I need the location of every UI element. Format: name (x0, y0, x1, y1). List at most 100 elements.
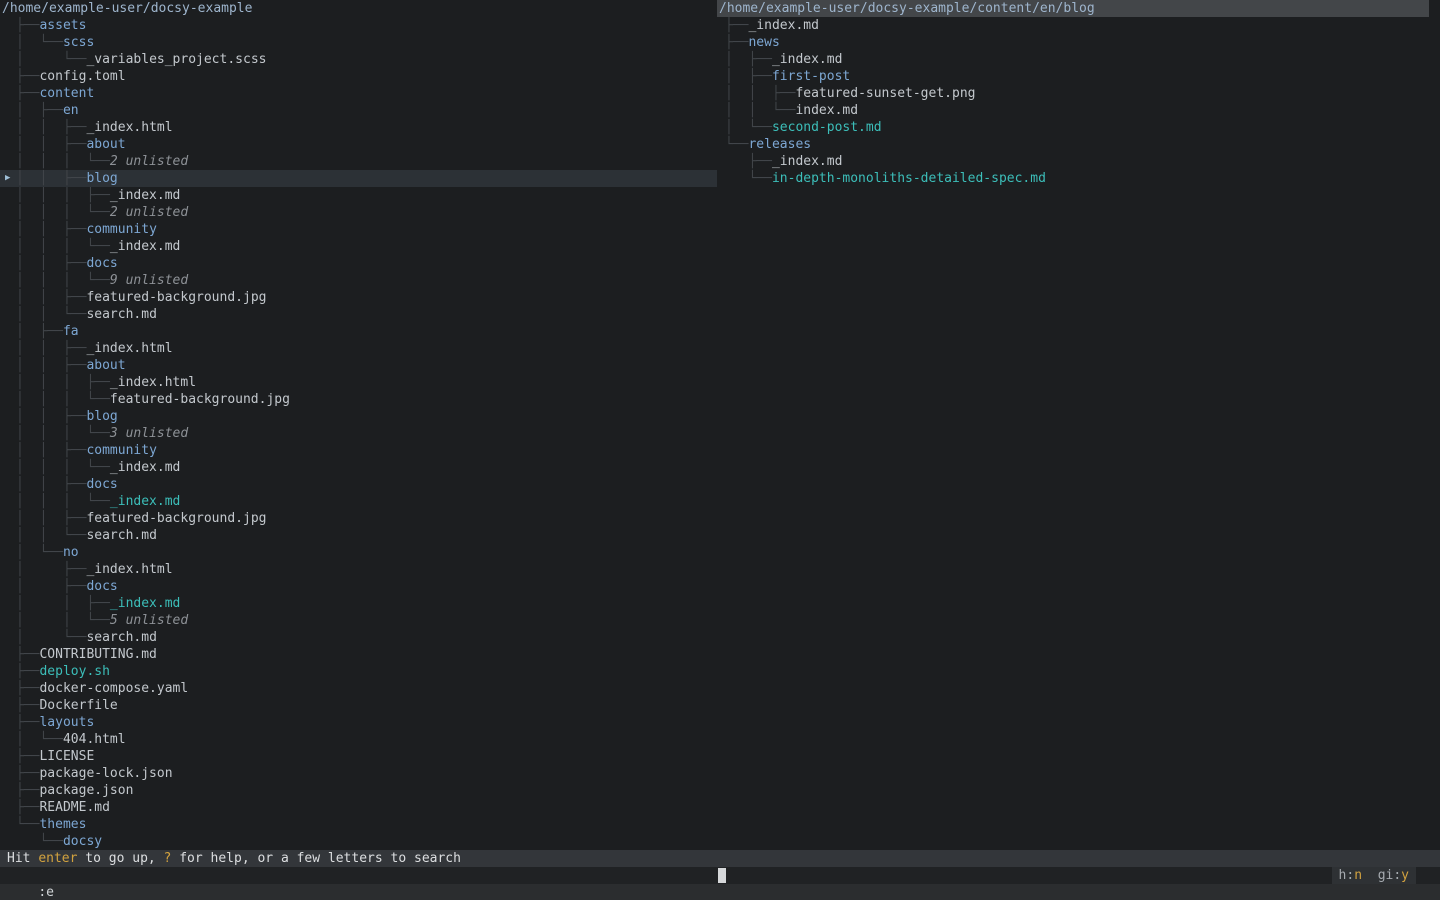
entry-name: layouts (39, 715, 94, 730)
tree-branch: │ │ │ └── (16, 205, 110, 220)
file-row[interactable]: │ │ │ └──featured-background.jpg (0, 391, 717, 408)
left-panel-path[interactable]: /home/example-user/docsy-example (0, 0, 717, 17)
tree-branch: │ └── (16, 545, 63, 560)
tree-branch: │ └── (16, 732, 63, 747)
tree-branch: │ │ │ └── (16, 460, 110, 475)
tree-branch: └── (16, 817, 39, 832)
entry-name: 5 unlisted (110, 613, 188, 628)
file-row[interactable]: ├──_index.md (717, 153, 1440, 170)
dir-row[interactable]: └──themes (0, 816, 717, 833)
file-row[interactable]: │ └──second-post.md (717, 119, 1440, 136)
tree-branch: │ │ ├── (16, 511, 86, 526)
dir-row[interactable]: ▶│ │ ├──blog (0, 170, 717, 187)
file-row[interactable]: │ │ ├──featured-background.jpg (0, 289, 717, 306)
dir-row[interactable]: ├──news (717, 34, 1440, 51)
file-row[interactable]: │ │ │ └──_index.md (0, 459, 717, 476)
dir-row[interactable]: │ │ ├──blog (0, 408, 717, 425)
entry-name: assets (39, 18, 86, 33)
dir-row[interactable]: │ ├──first-post (717, 68, 1440, 85)
file-row[interactable]: ├──config.toml (0, 68, 717, 85)
tree-branch: ├── (725, 18, 748, 33)
dir-row[interactable]: ├──content (0, 85, 717, 102)
file-row[interactable]: ├──docker-compose.yaml (0, 680, 717, 697)
entry-name: scss (63, 35, 94, 50)
file-row[interactable]: ├──package-lock.json (0, 765, 717, 782)
dir-row[interactable]: │ │ ├──community (0, 442, 717, 459)
tree-branch: ├── (16, 800, 39, 815)
dir-row[interactable]: └──releases (717, 136, 1440, 153)
unlisted-row: │ │ │ └──3 unlisted (0, 425, 717, 442)
file-row[interactable]: │ └──404.html (0, 731, 717, 748)
tree-branch: │ │ ├── (16, 137, 86, 152)
file-row[interactable]: │ │ │ └──_index.md (0, 238, 717, 255)
entry-name: _index.html (86, 341, 172, 356)
dir-row[interactable]: │ └──no (0, 544, 717, 561)
left-panel: /home/example-user/docsy-example ├──asse… (0, 0, 717, 850)
dir-row[interactable]: │ │ ├──docs (0, 255, 717, 272)
file-row[interactable]: │ └──search.md (0, 629, 717, 646)
file-row[interactable]: │ │ ├──_index.md (0, 595, 717, 612)
dir-row[interactable]: ├──assets (0, 17, 717, 34)
file-row[interactable]: │ │ └──index.md (717, 102, 1440, 119)
tree-branch: ├── (16, 647, 39, 662)
file-row[interactable]: │ │ └──search.md (0, 306, 717, 323)
file-row[interactable]: └──in-depth-monoliths-detailed-spec.md (717, 170, 1440, 187)
tree-branch: │ │ ├── (16, 409, 86, 424)
file-row[interactable]: ├──README.md (0, 799, 717, 816)
panels: /home/example-user/docsy-example ├──asse… (0, 0, 1440, 850)
file-row[interactable]: │ │ │ └──_index.md (0, 493, 717, 510)
tree-branch: ├── (16, 86, 39, 101)
dir-row[interactable]: └──docsy (0, 833, 717, 850)
file-row[interactable]: ├──Dockerfile (0, 697, 717, 714)
entry-name: Dockerfile (39, 698, 117, 713)
status-text: Hit (7, 851, 38, 866)
dir-row[interactable]: │ │ ├──about (0, 136, 717, 153)
entry-name: in-depth-monoliths-detailed-spec.md (772, 171, 1046, 186)
tree-branch: │ │ ├── (725, 86, 795, 101)
tree-branch: │ │ ├── (16, 358, 86, 373)
file-row[interactable]: │ ├──_index.md (717, 51, 1440, 68)
file-row[interactable]: │ │ ├──_index.html (0, 119, 717, 136)
tree-branch: │ │ └── (725, 103, 795, 118)
dir-row[interactable]: │ │ ├──community (0, 221, 717, 238)
right-panel-path[interactable]: /home/example-user/docsy-example/content… (717, 0, 1429, 17)
mode-flags: h:n gi:y (1332, 867, 1416, 884)
file-row[interactable]: ├──LICENSE (0, 748, 717, 765)
entry-name: search.md (86, 307, 156, 322)
dir-row[interactable]: ├──layouts (0, 714, 717, 731)
entry-name: _variables_project.scss (86, 52, 266, 67)
dir-row[interactable]: │ └──scss (0, 34, 717, 51)
status-text: for help, or a few letters to search (171, 851, 461, 866)
entry-name: 2 unlisted (110, 154, 188, 169)
dir-row[interactable]: │ ├──fa (0, 323, 717, 340)
tree-branch: │ │ ├── (16, 596, 110, 611)
entry-name: _index.md (772, 154, 842, 169)
entry-name: index.md (795, 103, 858, 118)
file-row[interactable]: │ │ ├──featured-background.jpg (0, 510, 717, 527)
command-input[interactable]: :e (31, 885, 54, 900)
entry-name: _index.md (110, 239, 180, 254)
text-cursor (718, 868, 726, 883)
file-row[interactable]: ├──CONTRIBUTING.md (0, 646, 717, 663)
file-row[interactable]: │ │ ├──_index.html (0, 340, 717, 357)
unlisted-row: │ │ │ └──2 unlisted (0, 204, 717, 221)
file-row[interactable]: ├──_index.md (717, 17, 1440, 34)
dir-row[interactable]: │ ├──en (0, 102, 717, 119)
unlisted-row: │ │ │ └──9 unlisted (0, 272, 717, 289)
dir-row[interactable]: │ ├──docs (0, 578, 717, 595)
file-row[interactable]: │ │ └──search.md (0, 527, 717, 544)
tree-branch: ├── (16, 715, 39, 730)
file-row[interactable]: ├──deploy.sh (0, 663, 717, 680)
file-row[interactable]: ├──package.json (0, 782, 717, 799)
file-row[interactable]: │ │ │ ├──_index.html (0, 374, 717, 391)
file-row[interactable]: │ └──_variables_project.scss (0, 51, 717, 68)
dir-row[interactable]: │ │ ├──about (0, 357, 717, 374)
entry-name: _index.html (86, 120, 172, 135)
file-row[interactable]: │ │ │ ├──_index.md (0, 187, 717, 204)
file-row[interactable]: │ ├──_index.html (0, 561, 717, 578)
tree-branch: │ │ │ └── (16, 154, 110, 169)
tree-branch: │ └── (16, 35, 63, 50)
dir-row[interactable]: │ │ ├──docs (0, 476, 717, 493)
file-row[interactable]: │ │ ├──featured-sunset-get.png (717, 85, 1440, 102)
entry-name: blog (86, 409, 117, 424)
